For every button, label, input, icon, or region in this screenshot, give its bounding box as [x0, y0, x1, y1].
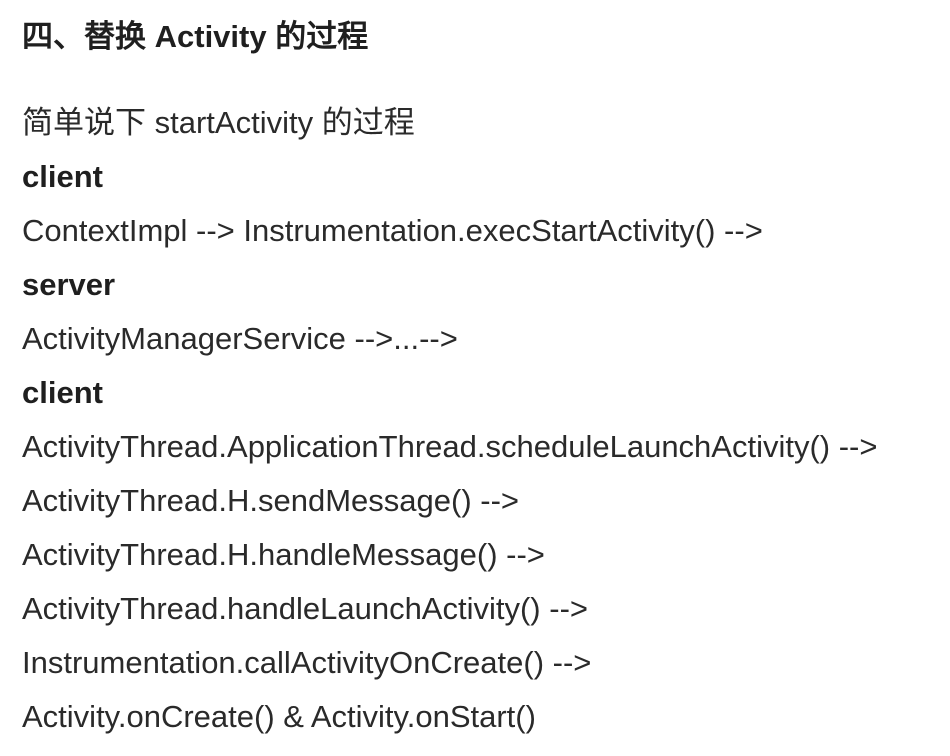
role-label-client: client: [22, 375, 103, 410]
section-heading: 四、替换 Activity 的过程: [22, 19, 369, 54]
call-chain-line: Activity.onCreate() & Activity.onStart(): [22, 699, 536, 734]
call-chain-line: ContextImpl --> Instrumentation.execStar…: [22, 213, 763, 248]
call-chain-line: ActivityThread.handleLaunchActivity() --…: [22, 591, 588, 626]
call-chain-line: ActivityManagerService -->...-->: [22, 321, 458, 356]
call-chain-line: ActivityThread.H.handleMessage() -->: [22, 537, 545, 572]
role-label-server: server: [22, 267, 116, 302]
role-label-client: client: [22, 159, 103, 194]
call-chain-line: ActivityThread.ApplicationThread.schedul…: [22, 429, 878, 464]
document-body: 四、替换 Activity 的过程 简单说下 startActivity 的过程…: [22, 0, 950, 756]
intro-text: 简单说下 startActivity 的过程: [22, 105, 415, 140]
call-chain-line: Instrumentation.callActivityOnCreate() -…: [22, 645, 592, 680]
call-chain-line: ActivityThread.H.sendMessage() -->: [22, 483, 520, 518]
